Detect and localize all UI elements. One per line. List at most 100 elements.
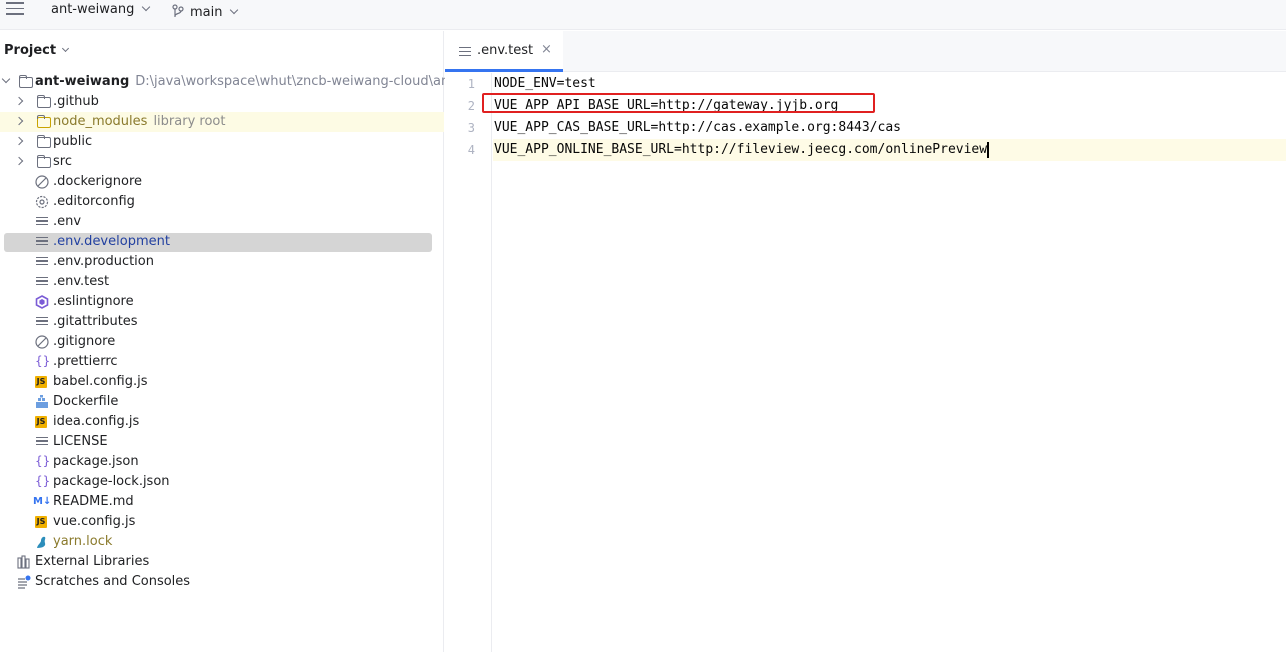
json-file-icon: {}	[35, 354, 51, 368]
tree-item-label: .gitignore	[53, 334, 116, 349]
text-file-icon	[35, 435, 49, 449]
tree-item-prettierrc[interactable]: {} .prettierrc	[0, 352, 444, 372]
chevron-down-icon[interactable]	[1, 74, 11, 84]
folder-icon	[37, 155, 51, 168]
code-line[interactable]: 1 NODE_ENV=test	[468, 73, 1286, 95]
tree-item-babel-config[interactable]: JS babel.config.js	[0, 372, 444, 392]
tree-item-dockerignore[interactable]: .dockerignore	[0, 172, 444, 192]
tree-item-label: .gitattributes	[53, 314, 138, 329]
chevron-right-icon[interactable]	[14, 96, 24, 106]
project-view-selector[interactable]: Project	[4, 43, 70, 58]
tab-label: .env.test	[477, 43, 534, 58]
tree-root-ant-weiwang[interactable]: ant-weiwang D:\java\workspace\whut\zncb-w…	[0, 72, 459, 92]
project-tree: ant-weiwang D:\java\workspace\whut\zncb-w…	[0, 72, 459, 592]
tree-item-env[interactable]: .env	[0, 212, 444, 232]
main-toolbar: ant-weiwang main	[0, 0, 1286, 30]
tree-item-label: .eslintignore	[53, 294, 134, 309]
editor-tab-env-test[interactable]: .env.test ×	[445, 31, 563, 72]
tree-item-label: yarn.lock	[53, 534, 113, 549]
markdown-file-icon: M↓	[33, 496, 52, 507]
line-number: 2	[467, 99, 475, 113]
js-file-icon: JS	[35, 376, 47, 388]
line-number: 4	[467, 143, 475, 157]
chevron-down-icon	[62, 44, 70, 53]
line-text: VUE_APP_ONLINE_BASE_URL=http://fileview.…	[494, 142, 988, 157]
line-number: 3	[467, 121, 475, 135]
tree-item-label: .env	[53, 214, 82, 229]
tree-item-env-production[interactable]: .env.production	[0, 252, 444, 272]
tree-item-label: .env.development	[53, 234, 170, 249]
tree-item-node-modules[interactable]: node_modules library root	[0, 112, 444, 132]
yarn-file-icon	[37, 536, 46, 548]
tree-item-label: idea.config.js	[53, 414, 140, 429]
ignore-file-icon	[35, 335, 49, 349]
text-file-icon	[459, 47, 471, 57]
tree-item-src[interactable]: src	[0, 152, 444, 172]
tree-item-gitignore[interactable]: .gitignore	[0, 332, 444, 352]
scratches-icon	[18, 575, 31, 589]
text-file-icon	[35, 235, 49, 249]
tree-item-editorconfig[interactable]: .editorconfig	[0, 192, 444, 212]
code-line-current[interactable]: 4 VUE_APP_ONLINE_BASE_URL=http://fileview…	[468, 139, 1286, 161]
tree-item-package-json[interactable]: {} package.json	[0, 452, 444, 472]
tree-item-scratches[interactable]: Scratches and Consoles	[0, 572, 444, 592]
tree-item-label: .github	[53, 94, 99, 109]
tree-item-public[interactable]: public	[0, 132, 444, 152]
chevron-right-icon[interactable]	[14, 156, 24, 166]
chevron-down-icon	[230, 5, 239, 15]
line-number: 1	[467, 77, 475, 91]
project-switcher-label: ant-weiwang	[51, 2, 135, 17]
text-file-icon	[35, 315, 49, 329]
tree-item-label: node_modules	[53, 114, 148, 129]
tree-item-label: External Libraries	[35, 554, 150, 569]
chevron-right-icon[interactable]	[14, 116, 24, 126]
folder-icon	[37, 115, 51, 128]
tree-item-yarn-lock[interactable]: yarn.lock	[0, 532, 444, 552]
branch-label: main	[190, 5, 223, 20]
tree-item-label: Dockerfile	[53, 394, 119, 409]
tree-item-label: babel.config.js	[53, 374, 148, 389]
json-file-icon: {}	[35, 454, 51, 468]
tree-item-github[interactable]: .github	[0, 92, 444, 112]
tree-item-package-lock-json[interactable]: {} package-lock.json	[0, 472, 444, 492]
tree-item-license[interactable]: LICENSE	[0, 432, 444, 452]
tree-item-env-test[interactable]: .env.test	[0, 272, 444, 292]
tree-item-label: .dockerignore	[53, 174, 143, 189]
code-line[interactable]: 3 VUE_APP_CAS_BASE_URL=http://cas.example…	[468, 117, 1286, 139]
tree-item-dockerfile[interactable]: Dockerfile	[0, 392, 444, 412]
docker-file-icon	[36, 395, 48, 408]
library-root-note: library root	[153, 114, 226, 129]
tree-item-label: .prettierrc	[53, 354, 118, 369]
text-caret	[987, 141, 989, 158]
line-text: NODE_ENV=test	[494, 76, 596, 91]
close-icon[interactable]: ×	[541, 42, 552, 57]
tree-item-env-development[interactable]: .env.development	[0, 232, 444, 252]
branch-switcher[interactable]: main	[172, 2, 239, 20]
tree-item-external-libraries[interactable]: External Libraries	[0, 552, 444, 572]
text-file-icon	[35, 215, 49, 229]
folder-icon	[37, 95, 51, 108]
project-panel-title: Project	[4, 43, 57, 58]
tree-item-idea-config[interactable]: JS idea.config.js	[0, 412, 444, 432]
tree-item-label: Scratches and Consoles	[35, 574, 191, 589]
tree-item-gitattributes[interactable]: .gitattributes	[0, 312, 444, 332]
eslint-icon	[35, 295, 49, 309]
main-menu-icon[interactable]	[6, 2, 24, 16]
tree-item-readme[interactable]: M↓ README.md	[0, 492, 444, 512]
library-icon	[17, 555, 30, 569]
tree-item-vue-config[interactable]: JS vue.config.js	[0, 512, 444, 532]
chevron-right-icon[interactable]	[14, 136, 24, 146]
editor-content[interactable]: 1 NODE_ENV=test 2 VUE_APP_API_BASE_URL=htt…	[468, 73, 1286, 161]
tree-item-label: package.json	[53, 454, 139, 469]
tree-item-label: README.md	[53, 494, 134, 509]
tree-item-label: LICENSE	[53, 434, 108, 449]
tree-item-label: .editorconfig	[53, 194, 135, 209]
json-file-icon: {}	[35, 474, 51, 488]
text-file-icon	[35, 275, 49, 289]
editor-tab-bar: .env.test ×	[445, 31, 1286, 72]
tree-item-label: package-lock.json	[53, 474, 170, 489]
folder-icon	[37, 135, 51, 148]
git-branch-icon	[172, 4, 184, 17]
tree-item-eslintignore[interactable]: .eslintignore	[0, 292, 444, 312]
project-switcher[interactable]: ant-weiwang	[51, 2, 151, 17]
